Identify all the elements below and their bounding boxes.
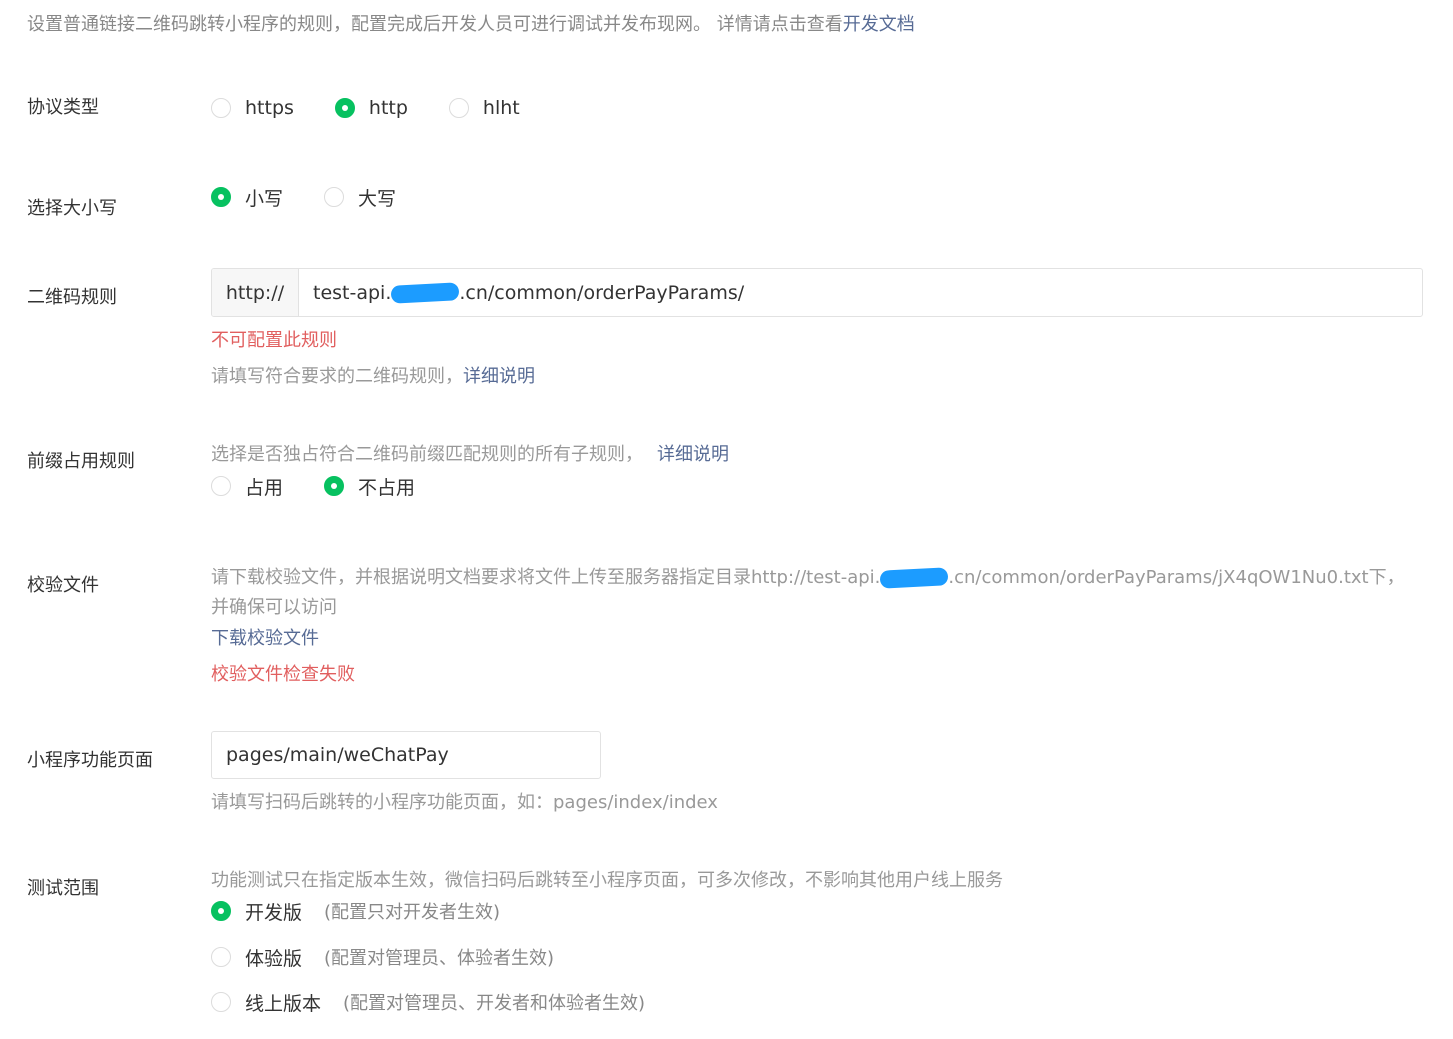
prefix-rule-label: 前缀占用规则 — [27, 451, 135, 472]
verify-file-desc: 请下载校验文件，并根据说明文档要求将文件上传至服务器指定目录http://tes… — [211, 563, 1421, 623]
intro-text: 设置普通链接二维码跳转小程序的规则，配置完成后开发人员可进行调试并发布现网。 详… — [27, 10, 915, 36]
radio-label: http — [368, 97, 408, 119]
prefix-radio-occupy[interactable]: 占用 — [211, 473, 283, 500]
verify-file-error: 校验文件检查失败 — [211, 664, 355, 685]
radio-circle[interactable] — [211, 476, 231, 496]
prefix-rule-radio-group: 占用 不占用 — [211, 471, 415, 501]
radio-label: 小写 — [245, 187, 284, 210]
radio-circle[interactable] — [211, 98, 231, 118]
qr-rule-input[interactable]: http:// test-api. .cn/common/orderPayPara… — [211, 268, 1423, 317]
radio-circle[interactable] — [211, 187, 231, 207]
radio-note: (配置对管理员、体验者生效) — [324, 948, 555, 969]
qr-rule-prefix: http:// — [212, 269, 299, 316]
scope-radio-online[interactable]: 线上版本 (配置对管理员、开发者和体验者生效) — [211, 989, 645, 1016]
mini-page-help: 请填写扫码后跳转的小程序功能页面，如：pages/index/index — [211, 792, 718, 813]
case-radio-upper[interactable]: 大写 — [324, 184, 396, 211]
radio-circle[interactable] — [324, 187, 345, 207]
redaction-mark — [879, 567, 949, 589]
prefix-rule-detail-link[interactable]: 详细说明 — [657, 444, 729, 465]
radio-label: 大写 — [358, 187, 397, 210]
verify-file-label: 校验文件 — [27, 575, 99, 596]
test-scope-radio-dev: 开发版 (配置只对开发者生效) — [211, 896, 500, 926]
intro-description: 设置普通链接二维码跳转小程序的规则，配置完成后开发人员可进行调试并发布现网。 详… — [27, 14, 843, 35]
prefix-rule-help: 选择是否独占符合二维码前缀匹配规则的所有子规则， 详细说明 — [211, 440, 729, 466]
case-label: 选择大小写 — [27, 198, 117, 219]
qr-rule-value[interactable]: test-api. .cn/common/orderPayParams/ — [299, 269, 1422, 316]
qr-rule-detail-link[interactable]: 详细说明 — [463, 366, 535, 387]
radio-note: (配置对管理员、开发者和体验者生效) — [343, 993, 646, 1014]
radio-circle[interactable] — [324, 476, 345, 496]
protocol-radio-group: https http hlht — [211, 93, 520, 123]
radio-circle[interactable] — [448, 98, 469, 118]
scope-radio-trial[interactable]: 体验版 (配置对管理员、体验者生效) — [211, 944, 554, 971]
radio-label: 不占用 — [358, 476, 416, 499]
qr-rule-label: 二维码规则 — [27, 287, 117, 308]
protocol-radio-hlht[interactable]: hlht — [448, 97, 520, 119]
scope-radio-dev[interactable]: 开发版 (配置只对开发者生效) — [211, 898, 500, 925]
qr-rule-error: 不可配置此规则 — [211, 330, 337, 351]
radio-circle[interactable] — [211, 992, 231, 1012]
qr-rule-help: 请填写符合要求的二维码规则，详细说明 — [211, 362, 535, 388]
qr-rule-help-text: 请填写符合要求的二维码规则， — [211, 366, 463, 387]
radio-circle[interactable] — [334, 98, 355, 118]
radio-label: 体验版 — [245, 947, 303, 970]
radio-note: (配置只对开发者生效) — [324, 902, 501, 923]
dev-docs-link[interactable]: 开发文档 — [843, 14, 915, 35]
qr-rule-value-end: .cn/common/orderPayParams/ — [459, 281, 745, 304]
case-radio-group: 小写 大写 — [211, 182, 396, 212]
radio-label: 开发版 — [245, 901, 303, 924]
radio-label: hlht — [482, 97, 520, 119]
mini-page-input[interactable]: pages/main/weChatPay — [211, 731, 601, 779]
radio-label: 线上版本 — [245, 992, 322, 1015]
qr-rule-value-start: test-api. — [313, 281, 392, 304]
prefix-rule-help-text: 选择是否独占符合二维码前缀匹配规则的所有子规则， — [211, 444, 643, 465]
radio-circle[interactable] — [211, 901, 231, 921]
protocol-radio-https[interactable]: https — [211, 97, 294, 119]
case-radio-lower[interactable]: 小写 — [211, 184, 283, 211]
verify-file-desc-start: 请下载校验文件，并根据说明文档要求将文件上传至服务器指定目录http://tes… — [211, 567, 881, 588]
download-verify-file-link[interactable]: 下载校验文件 — [211, 624, 319, 650]
prefix-radio-not-occupy[interactable]: 不占用 — [324, 473, 415, 500]
radio-label: 占用 — [245, 476, 284, 499]
test-scope-radio-trial: 体验版 (配置对管理员、体验者生效) — [211, 942, 554, 972]
radio-label: https — [245, 97, 294, 119]
redaction-mark — [390, 281, 460, 304]
radio-circle[interactable] — [211, 947, 231, 967]
protocol-label: 协议类型 — [27, 97, 99, 118]
protocol-radio-http[interactable]: http — [334, 97, 408, 119]
test-scope-label: 测试范围 — [27, 878, 99, 899]
test-scope-radio-online: 线上版本 (配置对管理员、开发者和体验者生效) — [211, 987, 645, 1017]
test-scope-help: 功能测试只在指定版本生效，微信扫码后跳转至小程序页面，可多次修改，不影响其他用户… — [211, 870, 1003, 891]
mini-page-label: 小程序功能页面 — [27, 750, 153, 771]
